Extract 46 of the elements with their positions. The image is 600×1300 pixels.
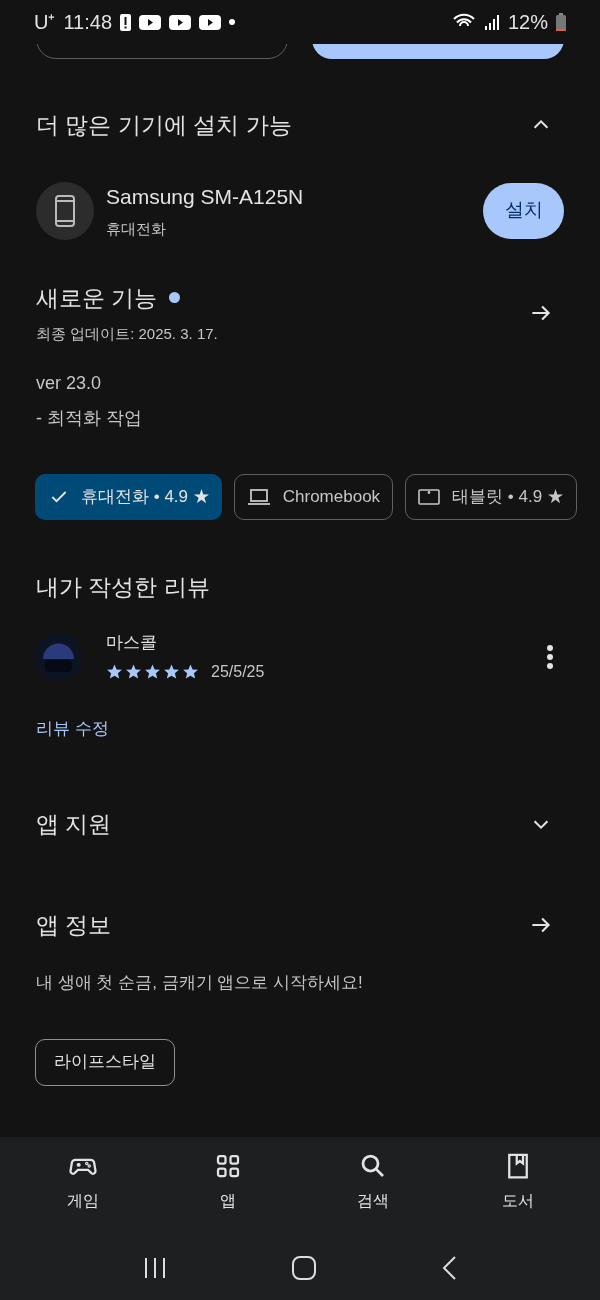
install-button[interactable]: 설치 <box>483 182 564 239</box>
nav-label[interactable]: 게임 <box>66 1189 99 1213</box>
star-icon <box>125 663 142 680</box>
video-play-icon <box>199 14 222 30</box>
version-text: ver 23.0 <box>35 371 103 395</box>
star-icon <box>106 663 123 680</box>
battery-icon <box>556 13 566 31</box>
section-title: 앱 정보 <box>36 910 112 940</box>
battery-percent: 12% <box>507 10 548 35</box>
avatar-icon <box>35 633 82 681</box>
new-dot-icon <box>169 292 181 304</box>
back-icon[interactable] <box>441 1255 458 1280</box>
nav-label[interactable]: 도서 <box>501 1189 534 1213</box>
tablet-icon <box>418 487 441 506</box>
review-date: 25/5/25 <box>211 661 265 682</box>
section-title: 앱 지원 <box>36 810 112 839</box>
nav-label[interactable]: 앱 <box>219 1189 236 1213</box>
section-title: 내가 작성한 리뷰 <box>35 572 211 602</box>
device-chip[interactable]: Chromebook <box>233 473 394 520</box>
video-play-icon <box>169 14 192 30</box>
edit-review-link[interactable]: 리뷰 수정 <box>36 715 109 741</box>
nav-label[interactable]: 검색 <box>356 1189 389 1213</box>
device-name: Samsung SM-A125N <box>106 183 305 210</box>
dot-icon <box>229 19 236 25</box>
device-chip[interactable]: 휴대전화 • 4.9 ★ <box>35 473 222 520</box>
app-description: 내 생애 첫 순금, 금캐기 앱으로 시작하세요! <box>35 972 364 994</box>
update-date: 최종 업데이트: 2025. 3. 17. <box>36 324 218 344</box>
carrier-label: U⁺ <box>34 10 56 35</box>
battery-alert-icon <box>120 13 132 31</box>
star-icon <box>182 663 199 680</box>
section-title: 더 많은 기기에 설치 가능 <box>36 111 292 140</box>
release-notes: - 최적화 작업 <box>35 406 143 430</box>
clock-time: 11:48 <box>63 10 113 35</box>
signal-icon <box>483 14 500 30</box>
video-play-icon <box>139 14 162 30</box>
device-type: 휴대전화 <box>106 219 167 239</box>
section-title: 새로운 기능 <box>36 283 158 313</box>
category-chip[interactable]: 라이프스타일 <box>35 1038 175 1086</box>
star-icon <box>163 663 180 680</box>
reviewer-name: 마스콜 <box>106 632 158 654</box>
laptop-icon <box>246 486 271 507</box>
more-options-icon[interactable] <box>546 643 554 670</box>
device-chip[interactable]: 태블릿 • 4.9 ★ <box>405 473 577 520</box>
home-icon[interactable] <box>292 1255 316 1280</box>
recent-apps-icon[interactable] <box>142 1256 167 1279</box>
star-icon <box>144 663 161 680</box>
